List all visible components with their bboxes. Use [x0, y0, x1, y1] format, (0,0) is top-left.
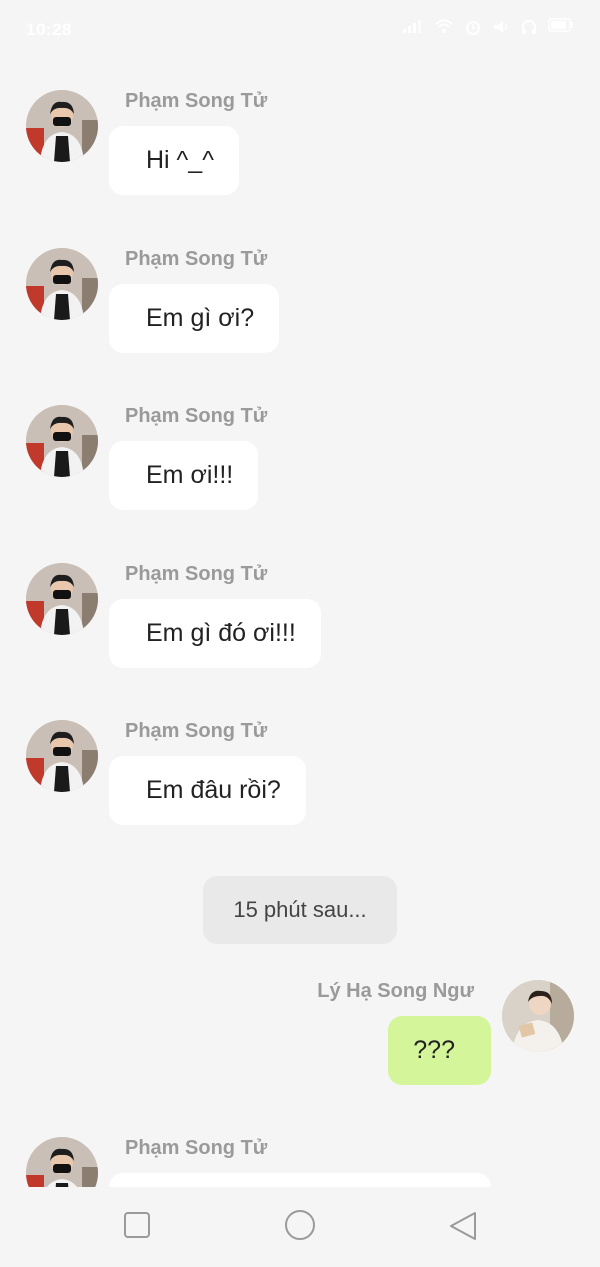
sender-name: Lý Hạ Song Ngư: [317, 980, 474, 1002]
battery-icon: [548, 18, 573, 32]
male-masked-avatar-icon: [26, 248, 98, 320]
status-icons: [402, 18, 574, 36]
avatar[interactable]: [26, 1137, 98, 1187]
wifi-icon: [435, 19, 453, 33]
male-masked-avatar-icon: [26, 563, 98, 635]
sender-name: Phạm Song Tử: [125, 405, 268, 427]
message-bubble[interactable]: Em ơi!!!: [109, 441, 259, 510]
avatar[interactable]: [502, 980, 574, 1052]
male-masked-avatar-icon: [26, 90, 98, 162]
message-text: Em đâu rồi?: [146, 776, 281, 804]
reader-avatar-icon: [502, 980, 574, 1052]
message-bubble[interactable]: [109, 1173, 491, 1187]
message-bubble[interactable]: Hi ^_^: [109, 126, 239, 195]
status-time: 10:28: [26, 20, 72, 39]
message-text: Em gì ơi?: [146, 304, 255, 332]
message-text: Em gì đó ơi!!!: [146, 619, 296, 647]
avatar[interactable]: [26, 405, 98, 477]
time-divider-text: 15 phút sau...: [233, 897, 367, 922]
navigation-bar: [0, 1187, 600, 1267]
male-masked-avatar-icon: [26, 1137, 98, 1187]
time-divider: 15 phút sau...: [203, 876, 397, 944]
sound-icon: [494, 21, 508, 33]
message-bubble[interactable]: Em gì ơi?: [109, 284, 280, 353]
signal-icon: [403, 20, 421, 33]
avatar[interactable]: [26, 248, 98, 320]
chat-area[interactable]: Phạm Song Tử Hi ^_^ Phạm Song Tử Em gì ơ…: [0, 60, 600, 1187]
sender-name: Phạm Song Tử: [125, 720, 268, 742]
male-masked-avatar-icon: [26, 720, 98, 792]
avatar[interactable]: [26, 563, 98, 635]
home-circle-icon[interactable]: [284, 1209, 316, 1241]
message-text: Em ơi!!!: [146, 461, 234, 489]
male-masked-avatar-icon: [26, 405, 98, 477]
sender-name: Phạm Song Tử: [125, 563, 268, 585]
recents-square-icon[interactable]: [123, 1211, 151, 1239]
message-bubble[interactable]: Em gì đó ơi!!!: [109, 599, 321, 668]
sender-name: Phạm Song Tử: [125, 90, 268, 112]
alarm-icon: [466, 21, 480, 35]
sender-name: Phạm Song Tử: [125, 1137, 268, 1159]
message-bubble[interactable]: Em đâu rồi?: [109, 756, 306, 825]
message-bubble-outgoing[interactable]: ???: [388, 1016, 491, 1085]
sender-name: Phạm Song Tử: [125, 248, 268, 270]
message-text: ???: [413, 1036, 455, 1064]
headphones-icon: [522, 20, 536, 34]
avatar[interactable]: [26, 90, 98, 162]
avatar[interactable]: [26, 720, 98, 792]
message-text: Hi ^_^: [146, 146, 214, 174]
back-triangle-icon[interactable]: [449, 1211, 477, 1241]
status-bar: 10:28: [0, 0, 600, 60]
